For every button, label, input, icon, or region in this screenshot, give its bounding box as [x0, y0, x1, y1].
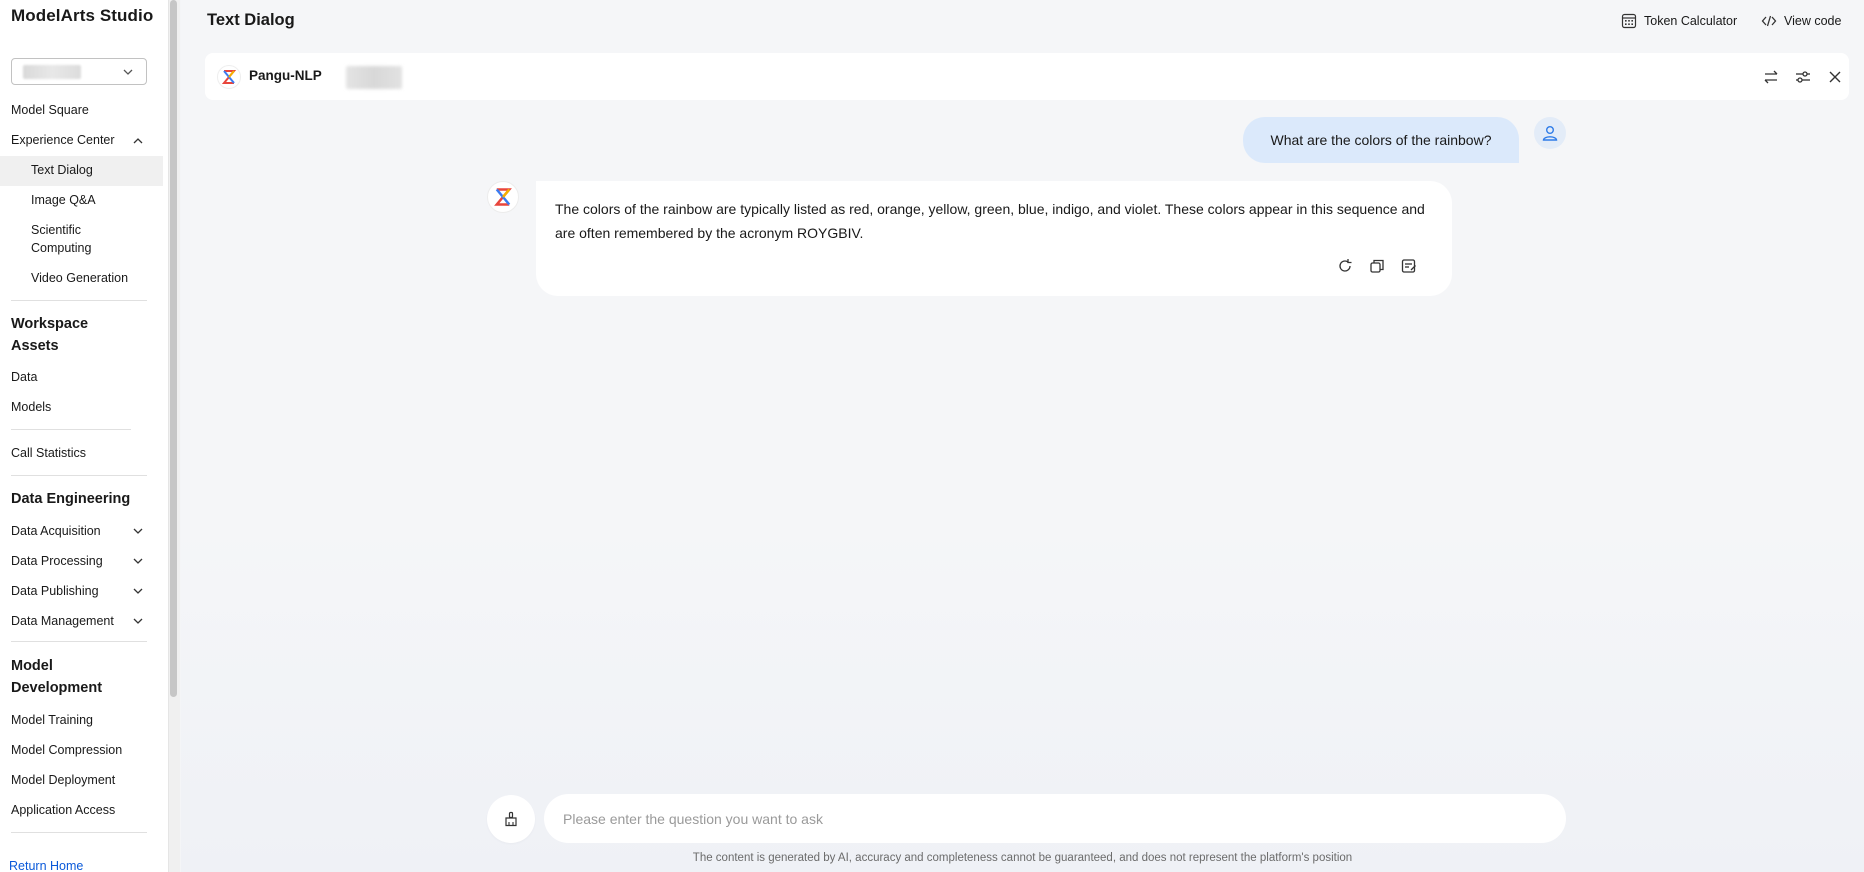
close-icon[interactable] [1826, 68, 1844, 86]
sidebar-scrollbar-thumb[interactable] [170, 0, 177, 697]
sidebar-item-data-management[interactable]: Data Management [11, 614, 114, 628]
sidebar-item-experience-center[interactable]: Experience Center [11, 133, 115, 147]
view-code-label: View code [1784, 14, 1842, 28]
code-icon [1761, 15, 1777, 27]
chevron-down-icon[interactable] [132, 585, 144, 597]
divider [11, 429, 131, 430]
pangu-logo-icon [494, 188, 512, 206]
bot-message-line: The colors of the rainbow are typically … [555, 201, 1425, 217]
model-name: Pangu-NLP [249, 68, 322, 83]
sidebar-item-data-publishing[interactable]: Data Publishing [11, 584, 99, 598]
section-title-data-engineering: Data Engineering [11, 491, 131, 507]
copy-icon[interactable] [1368, 257, 1386, 275]
question-input-container[interactable] [544, 794, 1566, 843]
section-title-workspace-assets-line2: Assets [11, 338, 59, 354]
question-input[interactable] [563, 808, 1543, 830]
sidebar-item-models[interactable]: Models [11, 400, 51, 414]
sidebar-item-application-access[interactable]: Application Access [11, 803, 115, 817]
brand-title: ModelArts Studio [11, 6, 154, 25]
sliders-icon[interactable] [1794, 68, 1812, 86]
model-bar: Pangu-NLP [205, 53, 1849, 100]
sidebar-item-call-statistics[interactable]: Call Statistics [11, 446, 86, 460]
bot-avatar [487, 181, 519, 213]
bot-message-line: are often remembered by the acronym ROYG… [555, 225, 864, 241]
sidebar-item-text-dialog[interactable]: Text Dialog [31, 163, 93, 177]
sidebar-item-model-compression[interactable]: Model Compression [11, 743, 122, 757]
sidebar-item-model-square[interactable]: Model Square [11, 103, 89, 117]
sidebar: ModelArts Studio Model Square Experience… [0, 0, 168, 872]
ai-disclaimer: The content is generated by AI, accuracy… [692, 852, 1353, 864]
refresh-icon[interactable] [1336, 257, 1354, 275]
token-calculator-label: Token Calculator [1644, 14, 1738, 28]
section-title-model-development: Model [11, 658, 53, 674]
user-message-bubble: What are the colors of the rainbow? [1243, 117, 1519, 163]
chevron-down-icon [123, 69, 133, 75]
chevron-down-icon[interactable] [132, 555, 144, 567]
bot-message-text: The colors of the rainbow are typically … [555, 197, 1435, 245]
divider [11, 475, 147, 476]
region-select[interactable] [11, 58, 147, 85]
chevron-down-icon[interactable] [132, 525, 144, 537]
bot-message-bubble: The colors of the rainbow are typically … [536, 181, 1452, 296]
clear-conversation-button[interactable] [487, 795, 535, 843]
sidebar-item-data[interactable]: Data [11, 370, 37, 384]
switch-icon[interactable] [1762, 68, 1780, 86]
user-message-text: What are the colors of the rainbow? [1270, 132, 1492, 148]
chevron-up-icon[interactable] [132, 135, 144, 147]
section-title-workspace-assets: Workspace [11, 316, 89, 332]
user-avatar [1534, 117, 1566, 149]
divider [11, 300, 147, 301]
broom-icon [505, 811, 517, 827]
page-title: Text Dialog [207, 11, 295, 29]
sidebar-item-data-processing[interactable]: Data Processing [11, 554, 103, 568]
sidebar-item-scientific-computing-line2[interactable]: Computing [31, 241, 91, 255]
pangu-logo-icon [217, 65, 241, 89]
user-icon [1542, 126, 1558, 141]
section-title-model-development-line2: Development [11, 680, 103, 696]
divider [11, 832, 147, 833]
model-version-redacted [346, 66, 402, 89]
region-select-value [23, 65, 81, 79]
sidebar-item-scientific-computing[interactable]: Scientific [31, 223, 81, 237]
sidebar-item-data-acquisition[interactable]: Data Acquisition [11, 524, 101, 538]
view-code-button[interactable]: View code [1761, 13, 1841, 29]
main-area: Text Dialog Token Calculator View code P… [181, 0, 1864, 872]
sidebar-item-model-training[interactable]: Model Training [11, 713, 93, 727]
note-icon[interactable] [1400, 257, 1418, 275]
chevron-down-icon[interactable] [132, 615, 144, 627]
token-calculator-button[interactable]: Token Calculator [1621, 13, 1737, 29]
sidebar-item-video-generation[interactable]: Video Generation [31, 271, 128, 285]
sidebar-item-model-deployment[interactable]: Model Deployment [11, 773, 115, 787]
return-home-link[interactable]: Return Home [9, 859, 83, 872]
sidebar-item-image-qa[interactable]: Image Q&A [31, 193, 96, 207]
divider [11, 641, 147, 642]
calculator-icon [1621, 13, 1637, 29]
